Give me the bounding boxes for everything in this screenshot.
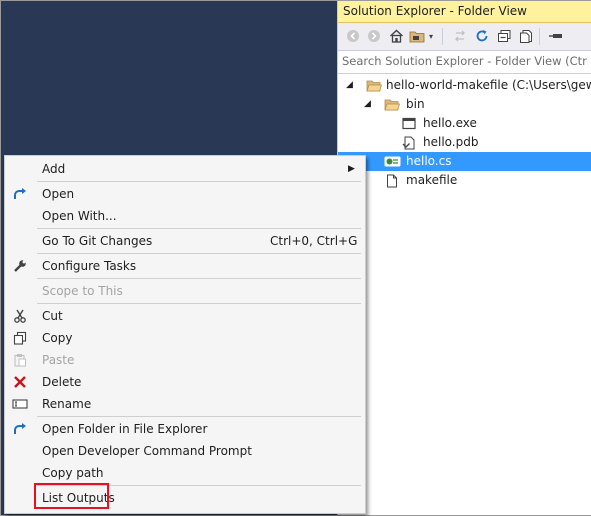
tree-item-label: hello.pdb xyxy=(423,135,479,149)
menu-item-copy-path[interactable]: Copy path xyxy=(5,462,365,484)
solution-explorer-search xyxy=(338,51,591,74)
menu-item-shortcut: Ctrl+0, Ctrl+G xyxy=(270,234,358,248)
menu-item-label: Open Developer Command Prompt xyxy=(42,444,252,458)
solution-explorer-panel: Solution Explorer - Folder View ▾ Search… xyxy=(337,1,591,515)
refresh-icon[interactable] xyxy=(473,27,491,45)
sync-icon[interactable] xyxy=(451,27,469,45)
wrench-icon xyxy=(12,258,28,274)
tree-item-bin[interactable]: ◢ bin xyxy=(338,95,591,114)
menu-separator xyxy=(37,228,361,229)
search-input[interactable] xyxy=(338,51,588,71)
menu-item-add[interactable]: Add ▶ xyxy=(5,158,365,180)
context-menu: Add ▶ Open Open With... Go To Git Change… xyxy=(4,155,366,514)
menu-item-label: Open xyxy=(42,187,75,201)
menu-item-open[interactable]: Open xyxy=(5,183,365,205)
menu-item-label: Configure Tasks xyxy=(42,259,137,273)
menu-item-cut[interactable]: Cut xyxy=(5,305,365,327)
menu-item-label: Scope to This xyxy=(42,284,123,298)
tree-item-hello-pdb[interactable]: hello.pdb xyxy=(338,133,591,152)
tree-item-root-folder[interactable]: ◢ hello-world-makefile (C:\Users\gewarre… xyxy=(338,76,591,95)
folder-open-icon xyxy=(366,76,382,95)
expand-triangle-icon[interactable]: ◢ xyxy=(364,95,371,114)
menu-item-label: Cut xyxy=(42,309,63,323)
menu-item-open-folder-in-file-explorer[interactable]: Open Folder in File Explorer xyxy=(5,418,365,440)
tree-item-hello-cs[interactable]: hello.cs xyxy=(338,152,591,171)
collapse-all-icon[interactable] xyxy=(495,27,513,45)
rename-icon xyxy=(12,396,28,412)
tree-item-label: makefile xyxy=(406,173,458,187)
menu-item-label: Add xyxy=(42,162,66,176)
scissors-icon xyxy=(12,308,28,324)
menu-separator xyxy=(37,416,361,417)
menu-item-scope-to-this[interactable]: Scope to This xyxy=(5,280,365,302)
menu-item-paste[interactable]: Paste xyxy=(5,349,365,371)
dropdown-icon[interactable]: ▾ xyxy=(426,27,436,45)
csharp-file-icon xyxy=(384,152,401,171)
solution-explorer-toolbar: ▾ xyxy=(338,23,591,51)
submenu-arrow-icon: ▶ xyxy=(348,164,355,174)
menu-item-go-to-git-changes[interactable]: Go To Git Changes Ctrl+0, Ctrl+G xyxy=(5,230,365,252)
tree-item-label: hello.cs xyxy=(406,154,452,168)
menu-separator xyxy=(37,278,361,279)
highlight-box xyxy=(34,483,109,509)
expand-triangle-icon[interactable]: ◢ xyxy=(346,76,353,95)
menu-item-label: Open With... xyxy=(42,209,117,223)
show-all-files-icon[interactable] xyxy=(517,27,535,45)
toolbar-separator xyxy=(539,28,540,45)
menu-separator xyxy=(37,303,361,304)
menu-item-rename[interactable]: Rename xyxy=(5,393,365,415)
file-icon xyxy=(386,171,398,190)
menu-item-open-developer-command-prompt[interactable]: Open Developer Command Prompt xyxy=(5,440,365,462)
menu-item-label: Paste xyxy=(42,353,75,367)
folder-switch-icon[interactable] xyxy=(408,27,426,45)
menu-item-label: Rename xyxy=(42,397,92,411)
menu-item-copy[interactable]: Copy xyxy=(5,327,365,349)
paste-icon xyxy=(12,352,28,368)
pin-icon[interactable] xyxy=(548,27,564,45)
delete-x-icon xyxy=(12,374,28,390)
menu-item-configure-tasks[interactable]: Configure Tasks xyxy=(5,255,365,277)
open-arrow-icon xyxy=(12,186,28,202)
menu-separator xyxy=(37,253,361,254)
menu-item-open-with[interactable]: Open With... xyxy=(5,205,365,227)
menu-item-label: Copy xyxy=(42,331,73,345)
tree-item-label: bin xyxy=(406,97,425,111)
tree-item-hello-exe[interactable]: hello.exe xyxy=(338,114,591,133)
tree-item-label: hello.exe xyxy=(423,116,477,130)
home-icon[interactable] xyxy=(387,27,405,45)
tree-item-makefile[interactable]: makefile xyxy=(338,171,591,190)
exe-file-icon xyxy=(402,114,416,133)
folder-open-icon xyxy=(384,95,400,114)
back-icon[interactable] xyxy=(344,27,362,45)
solution-explorer-title[interactable]: Solution Explorer - Folder View xyxy=(338,1,591,23)
menu-item-label: Delete xyxy=(42,375,82,389)
open-arrow-icon xyxy=(12,421,28,437)
toolbar-separator xyxy=(442,28,443,45)
forward-icon[interactable] xyxy=(365,27,383,45)
menu-item-delete[interactable]: Delete xyxy=(5,371,365,393)
menu-separator xyxy=(37,181,361,182)
menu-item-label: Go To Git Changes xyxy=(42,234,153,248)
menu-item-label: Copy path xyxy=(42,466,104,480)
menu-item-label: Open Folder in File Explorer xyxy=(42,422,208,436)
pdb-file-icon xyxy=(402,133,416,152)
copy-icon xyxy=(12,330,28,346)
tree-item-label: hello-world-makefile (C:\Users\gewarren\… xyxy=(386,78,591,92)
